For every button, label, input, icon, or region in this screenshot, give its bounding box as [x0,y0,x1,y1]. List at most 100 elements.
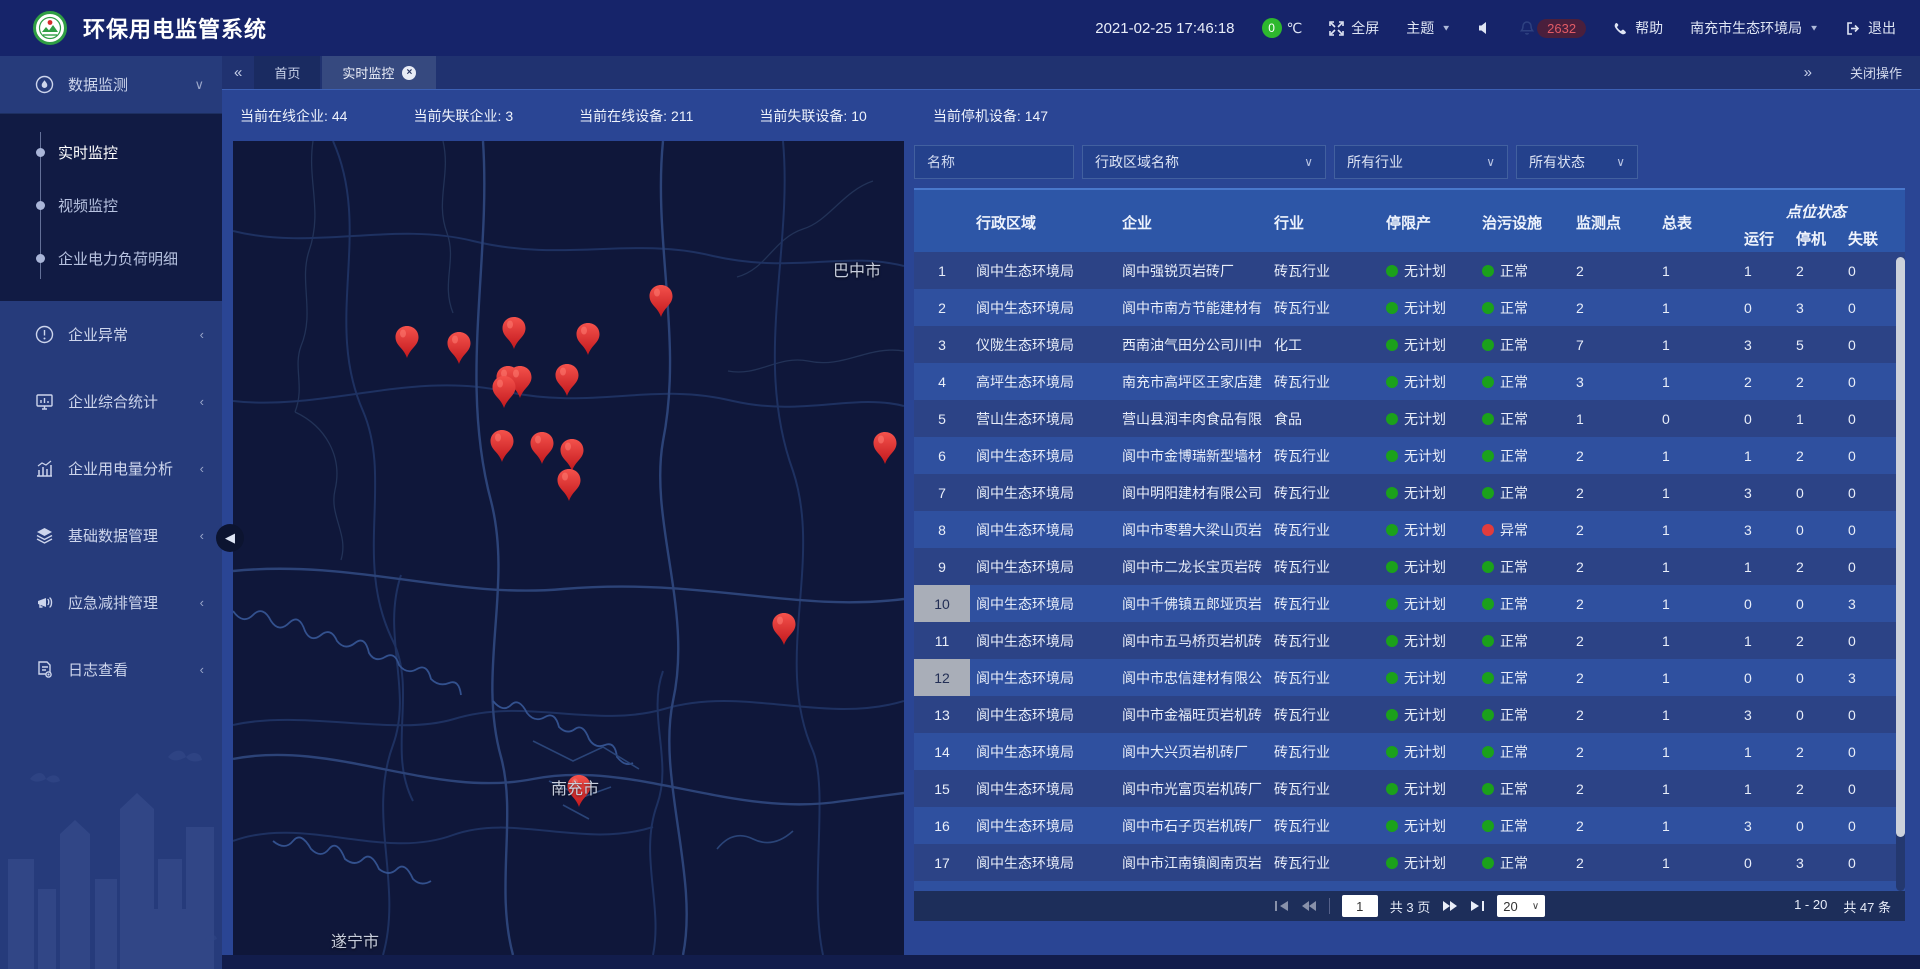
row-index: 10 [914,585,970,622]
page-size-select[interactable]: 20 ∨ [1497,895,1545,917]
table-row[interactable]: 18 南部生态环境局 南部县双佛山页岩有限 砖瓦行业 无计划 正常 2 1 0 … [914,881,1905,891]
map-pin-icon[interactable] [489,429,515,463]
sidebar-item-power-analysis[interactable]: 企业用电量分析 ‹ [0,435,222,502]
map-pin-icon[interactable] [394,325,420,359]
sidebar-item-emergency-reduction[interactable]: 应急减排管理 ‹ [0,569,222,636]
scrollbar-thumb[interactable] [1896,257,1905,837]
sidebar-item-data-monitor[interactable]: 数据监测 ∨ [0,56,222,114]
table-row[interactable]: 17 阆中生态环境局 阆中市江南镇阆南页岩 砖瓦行业 无计划 正常 2 1 0 … [914,844,1905,881]
phone-icon [1613,21,1628,36]
table-row[interactable]: 12 阆中生态环境局 阆中市忠信建材有限公 砖瓦行业 无计划 正常 2 1 0 … [914,659,1905,696]
row-running: 0 [1738,881,1790,891]
map-pin-icon[interactable] [872,431,898,465]
row-company: 阆中市光富页岩机砖厂 [1116,770,1268,807]
sidebar-item-log-view[interactable]: 日志查看 ‹ [0,636,222,703]
map-pin-icon[interactable] [554,363,580,397]
row-industry: 砖瓦行业 [1268,881,1380,891]
last-page-icon[interactable] [1470,900,1485,912]
table-row[interactable]: 1 阆中生态环境局 阆中强锐页岩砖厂 砖瓦行业 无计划 正常 2 1 1 2 0 [914,252,1905,289]
status-dot-icon [1386,413,1398,425]
notifications-button[interactable]: 2632 [1519,19,1586,38]
sidebar-item-video-monitor[interactable]: 视频监控 [0,179,222,232]
row-running: 3 [1738,807,1790,844]
map-pin-icon[interactable] [556,468,582,502]
row-total-meters: 1 [1656,474,1738,511]
map-pin-icon[interactable] [446,331,472,365]
row-lost: 0 [1842,252,1894,289]
region-select[interactable]: 行政区域名称 ∨ [1082,145,1326,179]
status-dot-icon [1386,709,1398,721]
table-row[interactable]: 11 阆中生态环境局 阆中市五马桥页岩机砖 砖瓦行业 无计划 正常 2 1 1 … [914,622,1905,659]
col-run: 运行 [1738,222,1790,254]
sidebar-item-base-data[interactable]: 基础数据管理 ‹ [0,502,222,569]
row-industry: 砖瓦行业 [1268,511,1380,548]
mute-button[interactable] [1478,21,1492,35]
table-row[interactable]: 6 阆中生态环境局 阆中市金博瑞新型墙材 砖瓦行业 无计划 正常 2 1 1 2… [914,437,1905,474]
row-index: 17 [914,844,970,881]
map-pin-icon[interactable] [529,431,555,465]
row-company: 阆中市江南镇阆南页岩 [1116,844,1268,881]
tab-scroll-right-icon[interactable]: » [1792,64,1824,81]
table-row[interactable]: 10 阆中生态环境局 阆中千佛镇五郎垭页岩 砖瓦行业 无计划 正常 2 1 0 … [914,585,1905,622]
user-org-dropdown[interactable]: 南充市生态环境局 ▼ [1690,18,1819,38]
sidebar-item-realtime-monitor[interactable]: 实时监控 [0,126,222,179]
table-row[interactable]: 3 仪陇生态环境局 西南油气田分公司川中 化工 无计划 正常 7 1 3 5 0 [914,326,1905,363]
row-running: 0 [1738,289,1790,326]
row-plan-status: 无计划 [1380,807,1476,844]
map-pin-icon[interactable] [501,316,527,350]
table-row[interactable]: 13 阆中生态环境局 阆中市金福旺页岩机砖 砖瓦行业 无计划 正常 2 1 3 … [914,696,1905,733]
map-pin-icon[interactable] [648,284,674,318]
sidebar-collapse-button[interactable]: ◀ [216,524,244,552]
table-scrollbar[interactable] [1896,257,1905,891]
map-pin-icon[interactable] [575,322,601,356]
table-row[interactable]: 8 阆中生态环境局 阆中市枣碧大梁山页岩 砖瓦行业 无计划 异常 2 1 3 0… [914,511,1905,548]
table-row[interactable]: 16 阆中生态环境局 阆中市石子页岩机砖厂 砖瓦行业 无计划 正常 2 1 3 … [914,807,1905,844]
table-row[interactable]: 2 阆中生态环境局 阆中市南方节能建材有 砖瓦行业 无计划 正常 2 1 0 3… [914,289,1905,326]
theme-dropdown[interactable]: 主题 ▼ [1406,18,1451,38]
map-pin-icon[interactable] [771,612,797,646]
row-lost: 0 [1842,770,1894,807]
map-pin-icon[interactable] [559,438,585,472]
table-row[interactable]: 4 高坪生态环境局 南充市高坪区王家店建 砖瓦行业 无计划 正常 3 1 2 2… [914,363,1905,400]
close-operations-button[interactable]: 关闭操作 [1850,63,1902,82]
table-row[interactable]: 5 营山生态环境局 营山县润丰肉食品有限 食品 无计划 正常 1 0 0 1 0 [914,400,1905,437]
name-search-field[interactable] [914,145,1074,179]
industry-select[interactable]: 所有行业 ∨ [1334,145,1508,179]
table-row[interactable]: 14 阆中生态环境局 阆中大兴页岩机砖厂 砖瓦行业 无计划 正常 2 1 1 2… [914,733,1905,770]
sidebar-item-enterprise-stats[interactable]: 企业综合统计 ‹ [0,368,222,435]
status-dot-icon [1482,450,1494,462]
row-stopped: 0 [1790,474,1842,511]
row-industry: 砖瓦行业 [1268,622,1380,659]
tab-realtime-monitor[interactable]: 实时监控 × [322,56,436,89]
sidebar-item-enterprise-abnormal[interactable]: 企业异常 ‹ [0,301,222,368]
logout-button[interactable]: 退出 [1846,18,1896,38]
sidebar-item-power-load-detail[interactable]: 企业电力负荷明细 [0,232,222,285]
col-points: 监测点 [1570,190,1656,254]
tab-scroll-left-icon[interactable]: « [222,56,254,89]
fullscreen-button[interactable]: 全屏 [1329,18,1379,38]
first-page-icon[interactable] [1274,900,1289,912]
row-plan-status: 无计划 [1380,881,1476,891]
table-row[interactable]: 7 阆中生态环境局 阆中明阳建材有限公司 砖瓦行业 无计划 正常 2 1 3 0… [914,474,1905,511]
status-select[interactable]: 所有状态 ∨ [1516,145,1638,179]
map-canvas[interactable]: 巴中市南充市遂宁市 [233,141,904,955]
row-industry: 砖瓦行业 [1268,770,1380,807]
tab-home[interactable]: 首页 [254,56,320,89]
enterprise-panel: 行政区域名称 ∨ 所有行业 ∨ 所有状态 ∨ [914,141,1905,955]
table-row[interactable]: 15 阆中生态环境局 阆中市光富页岩机砖厂 砖瓦行业 无计划 正常 2 1 1 … [914,770,1905,807]
row-stopped: 2 [1790,363,1842,400]
bullet-icon [36,254,45,263]
map-pin-icon[interactable] [491,375,517,409]
row-region: 阆中生态环境局 [970,696,1116,733]
close-icon[interactable]: × [402,66,416,80]
status-dot-icon [1386,450,1398,462]
row-facility-status: 正常 [1476,437,1570,474]
prev-page-icon[interactable] [1301,900,1317,912]
table-row[interactable]: 9 阆中生态环境局 阆中市二龙长宝页岩砖 砖瓦行业 无计划 正常 2 1 1 2… [914,548,1905,585]
help-button[interactable]: 帮助 [1613,18,1663,38]
page-number-input[interactable] [1342,895,1378,917]
name-search-input[interactable] [927,154,1061,170]
next-page-icon[interactable] [1442,900,1458,912]
row-monitor-points: 2 [1570,585,1656,622]
row-company: 阆中大兴页岩机砖厂 [1116,733,1268,770]
